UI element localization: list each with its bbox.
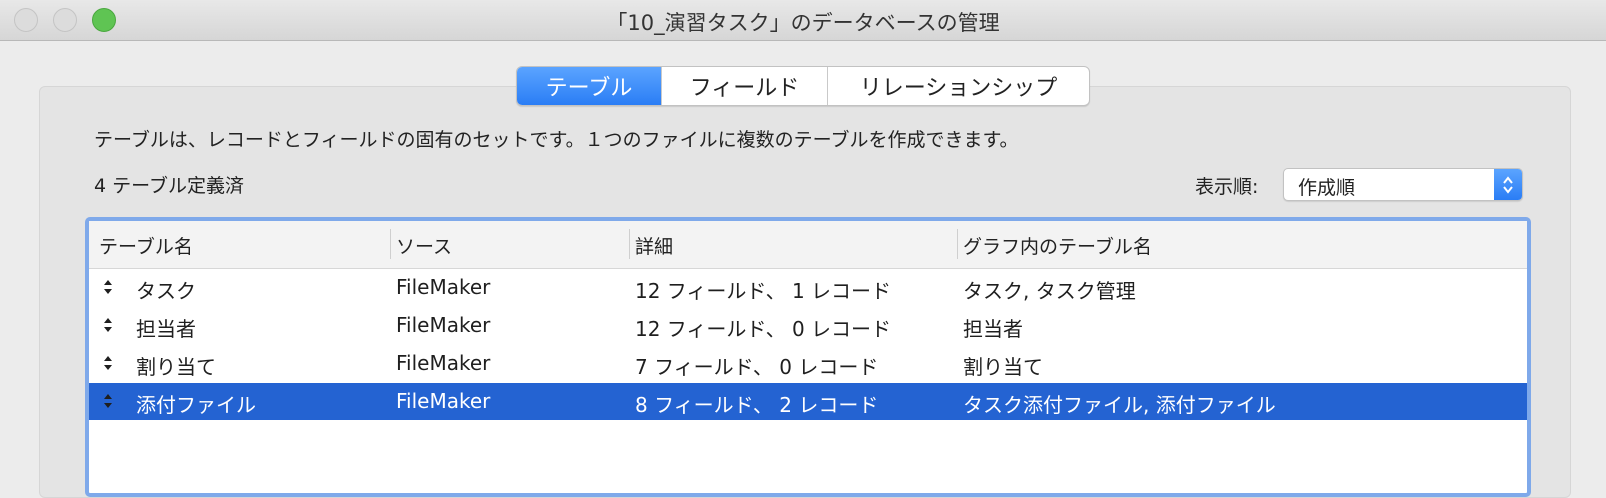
cell-table-name: 添付ファイル [136,393,256,417]
cell-details: 8 フィールド、 2 レコード [635,393,879,417]
column-divider[interactable] [957,229,958,259]
table-row-selected[interactable]: 添付ファイル FileMaker 8 フィールド、 2 レコード タスク添付ファ… [89,383,1527,420]
cell-graph-names: 割り当て [963,355,1043,379]
drag-handle-icon[interactable] [103,393,113,412]
title-bar: 「10_演習タスク」のデータベースの管理 [0,0,1606,41]
tab-bar: テーブル フィールド リレーションシップ [516,66,1090,106]
sort-order-value: 作成順 [1298,177,1356,199]
window-title: 「10_演習タスク」のデータベースの管理 [606,11,1000,35]
tables-description: テーブルは、レコードとフィールドの固有のセットです。１つのファイルに複数のテーブ… [94,129,1019,151]
tables-list[interactable]: テーブル名 ソース 詳細 グラフ内のテーブル名 タスク FileMaker 12… [85,217,1531,497]
sort-order-select[interactable]: 作成順 [1283,168,1523,201]
table-row[interactable]: タスク FileMaker 12 フィールド、 1 レコード タスク, タスク管… [89,269,1527,306]
cell-table-name: 割り当て [136,355,216,379]
table-row[interactable]: 担当者 FileMaker 12 フィールド、 0 レコード 担当者 [89,307,1527,344]
cell-source: FileMaker [396,313,491,337]
cell-table-name: 担当者 [136,317,196,341]
drag-handle-icon[interactable] [103,355,113,374]
tab-tables[interactable]: テーブル [517,67,661,105]
cell-table-name: タスク [136,279,196,303]
cell-graph-names: タスク添付ファイル, 添付ファイル [963,393,1276,417]
cell-source: FileMaker [396,389,491,413]
drag-handle-icon[interactable] [103,279,113,298]
table-row[interactable]: 割り当て FileMaker 7 フィールド、 0 レコード 割り当て [89,345,1527,382]
column-divider[interactable] [629,229,630,259]
cell-source: FileMaker [396,275,491,299]
cell-source: FileMaker [396,351,491,375]
cell-details: 12 フィールド、 0 レコード [635,317,892,341]
tab-fields[interactable]: フィールド [661,67,827,105]
table-count: 4 テーブル定義済 [94,175,244,197]
drag-handle-icon[interactable] [103,317,113,336]
column-header-details[interactable]: 詳細 [635,232,673,259]
cell-graph-names: タスク, タスク管理 [963,279,1136,303]
column-header-source[interactable]: ソース [396,232,452,259]
cell-details: 12 フィールド、 1 レコード [635,279,892,303]
table-header: テーブル名 ソース 詳細 グラフ内のテーブル名 [89,221,1527,269]
cell-details: 7 フィールド、 0 レコード [635,355,879,379]
sort-order-label: 表示順: [1195,176,1259,198]
column-divider[interactable] [390,229,391,259]
tab-relationships[interactable]: リレーションシップ [827,67,1089,105]
cell-graph-names: 担当者 [963,317,1023,341]
up-down-chevron-icon [1494,169,1522,200]
column-header-table-name[interactable]: テーブル名 [99,232,193,259]
column-header-graph-names[interactable]: グラフ内のテーブル名 [963,232,1152,259]
